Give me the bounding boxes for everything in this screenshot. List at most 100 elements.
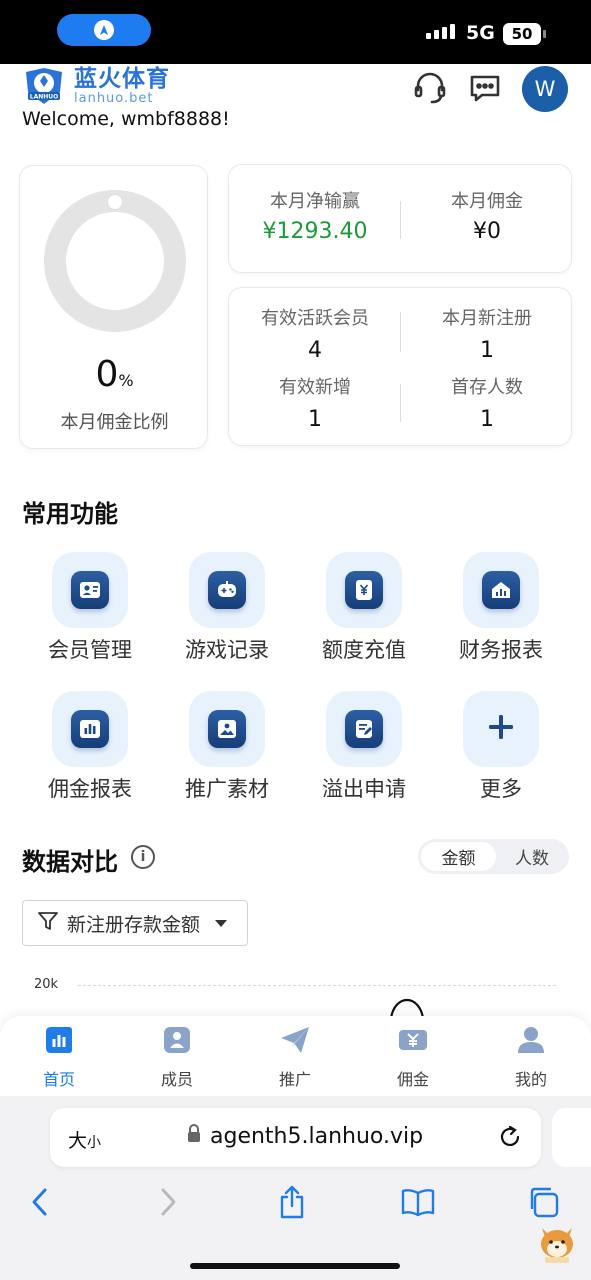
tab-label: 推广 xyxy=(278,1070,311,1089)
gamepad-icon xyxy=(208,571,246,609)
stat-new-registrations: 本月新注册 1 xyxy=(401,304,573,363)
browser-toolbar: 大小 agenth5.lanhuo.vip xyxy=(0,1096,591,1280)
stat-commission: 本月佣金 ¥0 xyxy=(401,187,573,244)
brand-domain: lanhuo.bet xyxy=(74,91,154,106)
func-promo-materials[interactable]: 推广素材 xyxy=(172,691,282,803)
stat-label: 本月佣金 xyxy=(451,191,523,212)
stat-active-members: 有效活跃会员 4 xyxy=(229,304,401,363)
member-stats-card: 有效活跃会员 4 本月新注册 1 有效新增 1 首存人数 1 xyxy=(228,287,572,446)
url-display: agenth5.lanhuo.vip xyxy=(186,1123,423,1149)
message-icon[interactable] xyxy=(465,68,505,108)
tab-label: 首页 xyxy=(42,1070,75,1089)
member-badge-icon xyxy=(161,1024,193,1056)
y-tick-label: 20k xyxy=(34,977,59,992)
reload-icon[interactable] xyxy=(497,1124,523,1154)
metric-filter-dropdown[interactable]: 新注册存款金额 xyxy=(22,900,248,946)
func-member-management[interactable]: 会员管理 xyxy=(35,552,145,664)
finance-icon xyxy=(482,571,520,609)
stat-label: 有效新增 xyxy=(279,377,351,398)
stat-label: 本月新注册 xyxy=(442,308,532,329)
ratio-label: 本月佣金比例 xyxy=(60,412,169,433)
yuan-icon xyxy=(345,571,383,609)
chart-gridline xyxy=(78,985,556,986)
navigation-indicator[interactable] xyxy=(57,14,151,46)
plus-icon xyxy=(486,712,516,746)
stat-value: 1 xyxy=(480,407,494,432)
tab-profile[interactable]: 我的 xyxy=(491,1024,571,1090)
lock-icon xyxy=(186,1123,202,1149)
image-icon xyxy=(208,710,246,748)
home-chart-icon xyxy=(43,1024,75,1056)
ratio-ring xyxy=(44,190,186,332)
func-label: 会员管理 xyxy=(48,638,132,662)
stat-label: 有效活跃会员 xyxy=(261,308,369,329)
stat-net-win-loss: 本月净输赢 ¥1293.40 xyxy=(229,187,401,244)
tab-label: 我的 xyxy=(514,1070,547,1089)
stat-value: ¥1293.40 xyxy=(262,219,368,244)
cellular-signal-icon xyxy=(426,24,455,39)
yuan-ticket-icon xyxy=(397,1024,429,1056)
home-indicator[interactable] xyxy=(190,1263,400,1269)
func-label: 财务报表 xyxy=(459,638,543,662)
func-overflow-application[interactable]: 溢出申请 xyxy=(309,691,419,803)
network-type: 5G xyxy=(466,22,495,44)
func-label: 溢出申请 xyxy=(322,777,406,801)
brand-logo-icon: LANHUO xyxy=(22,66,66,106)
func-commission-report[interactable]: 佣金报表 xyxy=(35,691,145,803)
welcome-text: Welcome, wmbf8888! xyxy=(22,108,230,130)
tab-members[interactable]: 成员 xyxy=(137,1024,217,1090)
section-title-data-compare: 数据对比 xyxy=(22,848,118,876)
func-label: 更多 xyxy=(480,777,522,801)
func-finance-report[interactable]: 财务报表 xyxy=(446,552,556,664)
status-bar: 5G 50 xyxy=(0,0,591,64)
brand: 蓝火体育 lanhuo.bet xyxy=(74,66,170,106)
edit-form-icon xyxy=(345,710,383,748)
func-credit-recharge[interactable]: 额度充值 xyxy=(309,552,419,664)
tab-promotion[interactable]: 推广 xyxy=(255,1024,335,1090)
stat-value: ¥0 xyxy=(473,219,501,244)
stat-label: 首存人数 xyxy=(451,377,523,398)
info-icon[interactable]: i xyxy=(131,845,155,869)
tabs-icon[interactable] xyxy=(523,1184,563,1220)
bottom-tab-bar: 首页 成员 推广 佣金 我的 xyxy=(0,1016,591,1096)
forward-icon[interactable] xyxy=(148,1184,188,1220)
stat-value: 1 xyxy=(480,338,494,363)
text-size-large: 大 xyxy=(68,1130,88,1152)
customer-service-icon[interactable] xyxy=(410,68,450,108)
url-text: agenth5.lanhuo.vip xyxy=(210,1123,424,1149)
monthly-stats-card: 本月净输赢 ¥1293.40 本月佣金 ¥0 xyxy=(228,164,572,273)
func-label: 推广素材 xyxy=(185,777,269,801)
stat-first-deposit: 首存人数 1 xyxy=(401,373,573,432)
battery-icon: 50 xyxy=(503,23,541,45)
user-icon xyxy=(515,1024,547,1056)
tab-commission[interactable]: 佣金 xyxy=(373,1024,453,1090)
text-size-small: 小 xyxy=(87,1135,102,1151)
tab-home[interactable]: 首页 xyxy=(19,1024,99,1090)
section-title-common-functions: 常用功能 xyxy=(22,500,118,528)
segment-count[interactable]: 人数 xyxy=(498,842,566,871)
stat-value: 4 xyxy=(308,338,322,363)
func-game-records[interactable]: 游戏记录 xyxy=(172,552,282,664)
tab-label: 佣金 xyxy=(396,1070,429,1089)
segment-amount[interactable]: 金额 xyxy=(421,842,496,871)
text-size-button[interactable]: 大小 xyxy=(68,1126,101,1153)
address-bar[interactable]: 大小 agenth5.lanhuo.vip xyxy=(50,1108,541,1167)
func-more[interactable]: 更多 xyxy=(446,691,556,803)
avatar[interactable]: W xyxy=(522,66,568,112)
bookmarks-icon[interactable] xyxy=(398,1184,438,1220)
metric-toggle: 金额 人数 xyxy=(418,839,569,874)
share-icon[interactable] xyxy=(272,1184,312,1220)
ratio-number: 0 xyxy=(95,354,119,395)
member-card-icon xyxy=(71,571,109,609)
filter-label: 新注册存款金额 xyxy=(67,913,201,936)
svg-text:LANHUO: LANHUO xyxy=(30,94,58,101)
chevron-down-icon xyxy=(215,920,227,927)
back-icon[interactable] xyxy=(20,1184,60,1220)
ratio-unit: % xyxy=(118,371,134,390)
stat-label: 本月净输赢 xyxy=(270,191,360,212)
next-tab-preview[interactable] xyxy=(552,1108,591,1167)
shiba-mascot-icon xyxy=(536,1222,578,1264)
func-label: 额度充值 xyxy=(322,638,406,662)
func-label: 游戏记录 xyxy=(185,638,269,662)
commission-ratio-card: 0% 本月佣金比例 xyxy=(19,165,208,449)
